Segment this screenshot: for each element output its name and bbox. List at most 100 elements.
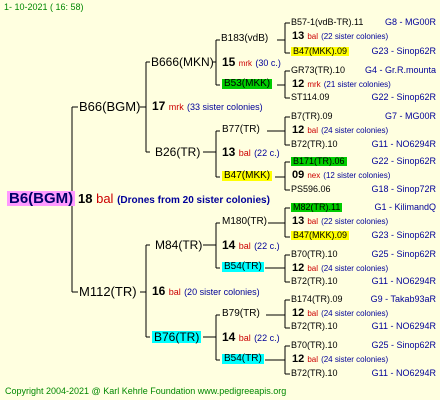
gen4-info-15: G25 - Sinop62R: [371, 249, 436, 259]
gen4-mid-16: bal: [307, 264, 318, 273]
gen4-num-13: 13: [292, 215, 305, 227]
gen4-num-19: 12: [292, 307, 305, 319]
gen1-mid-1: bal: [168, 287, 181, 297]
gen1-sis-1: (20 sister colonies): [184, 287, 260, 297]
gen4-num-1: 13: [292, 30, 305, 42]
gen3-node-3: B47(MKK): [222, 170, 273, 181]
gen2-mid-1: bal: [238, 148, 251, 158]
gen2-num-2: 14: [222, 238, 236, 252]
gen4-info-20: G11 - NO6294R: [371, 321, 436, 331]
gen2-node-0: B666(MKN): [151, 55, 214, 69]
gen4-num-4: 12: [292, 78, 305, 90]
root-mid: bal: [96, 191, 114, 206]
gen2-sis-0: (30 c.): [255, 58, 281, 68]
gen4-sis-4: (21 sister colonies): [323, 80, 391, 89]
gen4-drones-19: 12 bal (24 sister colonies): [292, 308, 388, 319]
gen4-node-6: B7(TR).09: [291, 111, 333, 121]
gen4-info-6: G7 - MG00R: [384, 111, 436, 121]
gen4-info-21: G25 - Sinop62R: [371, 340, 436, 350]
gen2-mid-0: mrk: [238, 59, 253, 68]
gen4-info-5: G22 - Sinop62R: [371, 92, 436, 102]
gen4-node-14: B47(MKK).09: [291, 230, 350, 240]
gen4-mid-1: bal: [307, 32, 318, 41]
gen3-node-1: B53(MKK): [222, 78, 273, 89]
gen4-mid-13: bal: [307, 217, 318, 226]
gen4-node-0: B57-1(vdB-TR).11: [291, 17, 364, 27]
gen2-info-3: 14 bal (22 c.): [222, 331, 280, 343]
root-node: B6(BGM): [7, 190, 76, 207]
gen4-info-9: G22 - Sinop62R: [371, 156, 436, 166]
gen4-node-21: B70(TR).10: [291, 340, 338, 350]
gen4-info-0: G8 - MG00R: [384, 17, 436, 27]
gen2-sis-3: (22 c.): [254, 333, 280, 343]
gen4-drones-16: 12 bal (24 sister colonies): [292, 263, 388, 274]
gen2-num-1: 13: [222, 145, 236, 159]
gen4-mid-7: bal: [307, 126, 318, 135]
gen4-node-8: B72(TR).10: [291, 139, 338, 149]
gen3-node-2: B77(TR): [222, 124, 260, 135]
gen1-node-0: B66(BGM): [79, 99, 141, 114]
gen4-node-20: B72(TR).10: [291, 321, 338, 331]
gen4-drones-7: 12 bal (24 sister colonies): [292, 125, 388, 136]
gen4-drones-13: 13 bal (22 sister colonies): [292, 216, 388, 227]
gen4-info-23: G11 - NO6294R: [371, 368, 436, 378]
gen3-node-6: B79(TR): [222, 308, 260, 319]
gen2-node-3: B76(TR): [152, 330, 202, 344]
gen4-sis-19: (24 sister colonies): [321, 309, 389, 318]
gen2-node-1: B26(TR): [155, 145, 201, 159]
footer-copyright: Copyright 2004-2021 @ Karl Kehrle Founda…: [5, 386, 287, 396]
gen4-drones-1: 13 bal (22 sister colonies): [292, 31, 388, 42]
gen3-node-7: B54(TR): [222, 353, 264, 364]
gen4-node-2: B47(MKK).09: [291, 46, 350, 56]
gen2-sis-1: (22 c.): [254, 148, 280, 158]
gen1-sis-0: (33 sister colonies): [187, 102, 263, 112]
gen4-node-3: GR73(TR).10: [291, 65, 346, 75]
gen1-num-1: 16: [152, 284, 166, 298]
gen1-info-1: 16 bal (20 sister colonies): [152, 285, 260, 297]
root-info: 18 bal (Drones from 20 sister colonies): [78, 192, 270, 206]
gen4-node-11: PS596.06: [291, 184, 331, 194]
gen4-sis-1: (22 sister colonies): [321, 32, 389, 41]
gen1-info-0: 17 mrk (33 sister colonies): [152, 100, 263, 112]
date-label: 1- 10-2021 ( 16: 58): [4, 2, 84, 12]
gen2-node-2: M84(TR): [155, 238, 203, 252]
gen4-info-8: G11 - NO6294R: [371, 139, 436, 149]
gen1-num-0: 17: [152, 99, 166, 113]
gen3-node-4: M180(TR): [222, 216, 268, 227]
gen2-num-0: 15: [222, 55, 236, 69]
gen4-sis-16: (24 sister colonies): [321, 264, 389, 273]
gen4-info-12: G1 - KilimandQ: [374, 202, 436, 212]
gen2-info-2: 14 bal (22 c.): [222, 239, 280, 251]
gen4-drones-4: 12 mrk (21 sister colonies): [292, 79, 391, 90]
gen4-sis-22: (24 sister colonies): [321, 355, 389, 364]
gen4-info-18: G9 - Takab93aR: [370, 294, 436, 304]
gen4-info-11: G18 - Sinop72R: [371, 184, 436, 194]
gen2-mid-2: bal: [238, 241, 251, 251]
gen3-node-5: B54(TR): [222, 261, 264, 272]
gen4-sis-7: (24 sister colonies): [321, 126, 389, 135]
gen2-sis-2: (22 c.): [254, 241, 280, 251]
gen4-node-5: ST114.09: [291, 92, 330, 102]
gen4-node-15: B70(TR).10: [291, 249, 338, 259]
gen4-drones-10: 09 nex (12 sister colonies): [292, 170, 390, 181]
gen4-info-17: G11 - NO6294R: [371, 276, 436, 286]
pedigree-diagram: 1- 10-2021 ( 16: 58) B6(BGM) 18 bal (Dro…: [0, 0, 440, 400]
gen4-info-3: G4 - Gr.R.mounta: [364, 65, 436, 75]
gen4-num-16: 12: [292, 262, 305, 274]
gen4-num-7: 12: [292, 124, 305, 136]
gen4-info-2: G23 - Sinop62R: [371, 46, 436, 56]
gen4-node-23: B72(TR).10: [291, 368, 338, 378]
gen4-node-9: B171(TR).06: [291, 156, 347, 166]
gen4-num-10: 09: [292, 169, 305, 181]
gen2-num-3: 14: [222, 330, 236, 344]
root-num: 18: [78, 191, 93, 206]
gen2-info-0: 15 mrk (30 c.): [222, 56, 281, 68]
gen4-num-22: 12: [292, 353, 305, 365]
gen4-node-17: B72(TR).10: [291, 276, 338, 286]
gen4-mid-4: mrk: [307, 80, 321, 89]
gen1-node-1: M112(TR): [79, 284, 137, 299]
gen4-mid-10: nex: [307, 171, 321, 180]
gen4-sis-10: (12 sister colonies): [323, 171, 391, 180]
gen4-sis-13: (22 sister colonies): [321, 217, 389, 226]
gen2-mid-3: bal: [238, 333, 251, 343]
